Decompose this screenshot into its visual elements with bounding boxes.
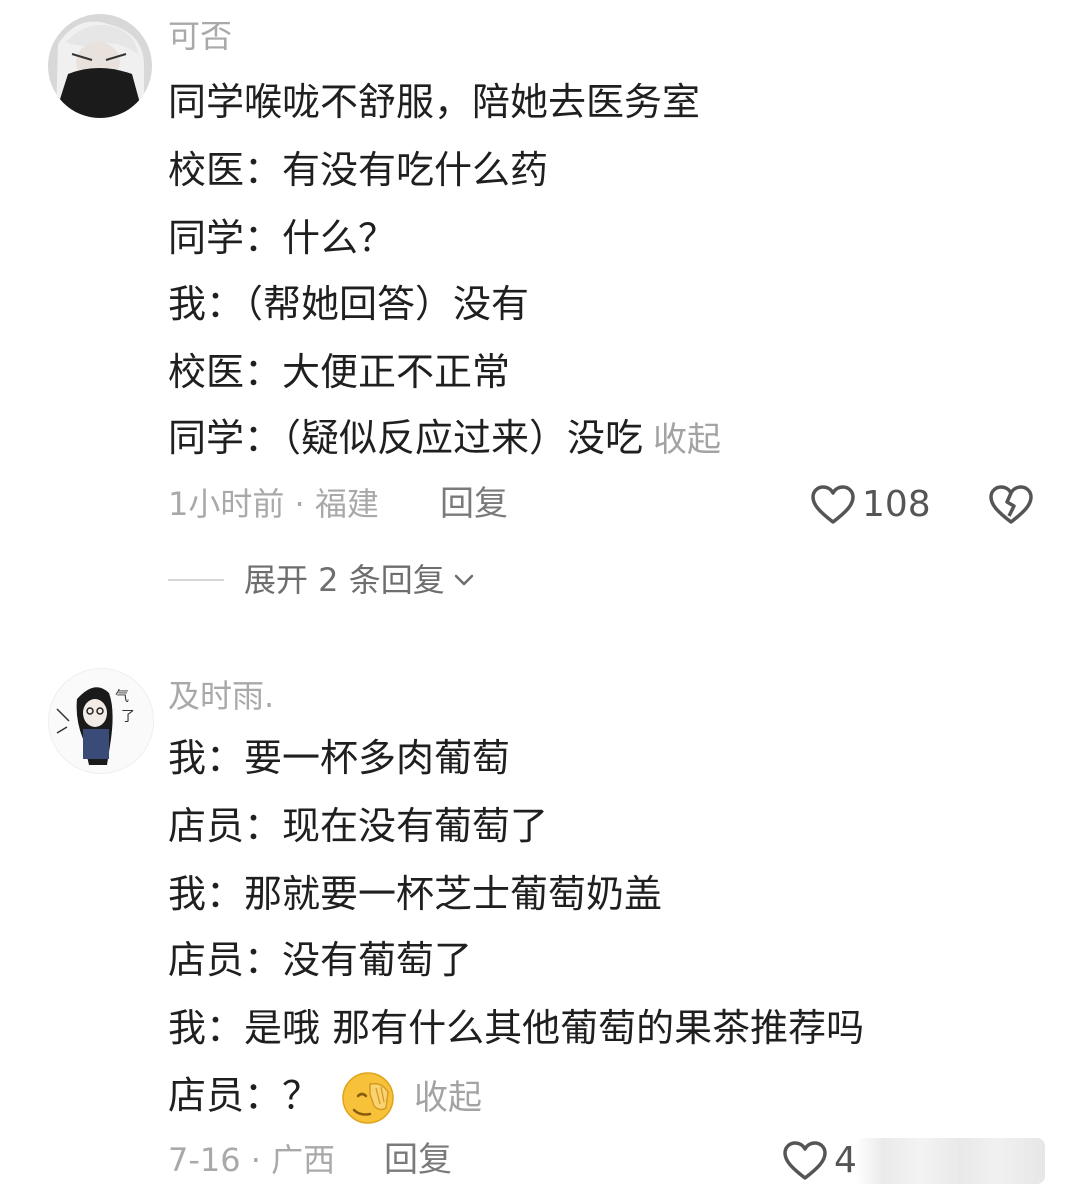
comment-text-line: 我：那就要一杯芝士葡萄奶盖	[168, 872, 663, 916]
username[interactable]: 及时雨.	[168, 676, 274, 716]
comment-text-line: 我：是哦 那有什么其他葡萄的果茶推荐吗	[168, 1006, 865, 1050]
avatar[interactable]: 气 了	[48, 668, 154, 774]
facepalm-emoji-icon	[342, 1072, 394, 1124]
comment-text: 店员：？	[168, 1073, 321, 1118]
comment-text-line: 我：要一杯多肉葡萄	[168, 736, 511, 780]
svg-text:了: 了	[121, 709, 135, 725]
like-button[interactable]: 4	[782, 1140, 857, 1182]
like-count: 4	[834, 1140, 857, 1181]
reply-button[interactable]: 回复	[384, 1140, 452, 1180]
collapse-button[interactable]: 收起	[414, 1078, 482, 1118]
comment-item: 气 了 及时雨. 我：要一杯多肉葡萄 店员：现在没有葡萄了 我：那就要一杯芝士葡…	[0, 0, 1080, 1191]
comment-text-line: 店员：？ 收起	[168, 1070, 482, 1126]
watermark-overlay	[855, 1138, 1045, 1184]
comment-text-line: 店员：现在没有葡萄了	[168, 804, 549, 848]
heart-outline-icon	[783, 1141, 827, 1180]
comment-meta: 7-16 · 广西	[168, 1141, 336, 1179]
avatar-image: 气 了	[49, 669, 153, 773]
comment-text-line: 店员：没有葡萄了	[168, 938, 473, 982]
svg-text:气: 气	[115, 689, 129, 705]
